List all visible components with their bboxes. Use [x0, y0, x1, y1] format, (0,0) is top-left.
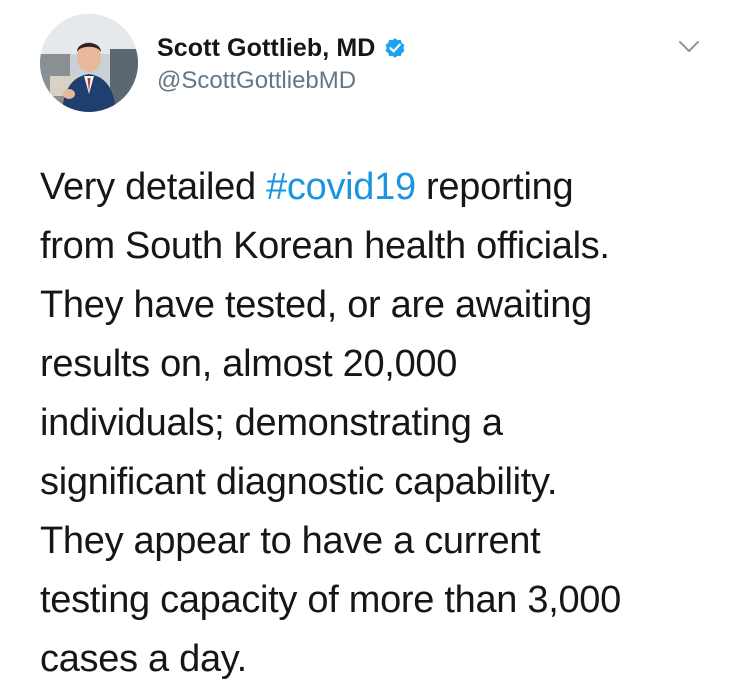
tweet-line: significant diagnostic capability.: [40, 461, 558, 503]
chevron-down-icon[interactable]: [676, 38, 702, 56]
tweet-line: individuals; demonstrating a: [40, 402, 503, 444]
tweet-line: results on, almost 20,000: [40, 343, 458, 385]
avatar[interactable]: [40, 14, 138, 112]
verified-badge-icon: [383, 36, 407, 60]
display-name[interactable]: Scott Gottlieb, MD: [157, 34, 375, 63]
tweet-line: They appear to have a current: [40, 520, 541, 562]
tweet-text-segment: reporting: [415, 166, 574, 208]
tweet-line: cases a day.: [40, 638, 247, 680]
tweet-text: Very detailed #covid19 reporting from So…: [40, 158, 720, 689]
author-info: Scott Gottlieb, MD @ScottGottliebMD: [157, 33, 407, 95]
tweet-line: They have tested, or are awaiting: [40, 284, 592, 326]
tweet-line: testing capacity of more than 3,000: [40, 579, 621, 621]
hashtag-link[interactable]: #covid19: [266, 166, 416, 208]
tweet-line: Very detailed #covid19 reporting: [40, 158, 720, 217]
tweet-card: Scott Gottlieb, MD @ScottGottliebMD Very…: [0, 0, 743, 688]
tweet-line: from South Korean health officials.: [40, 225, 610, 267]
name-row: Scott Gottlieb, MD: [157, 33, 407, 63]
tweet-text-segment: Very detailed: [40, 166, 267, 208]
user-handle[interactable]: @ScottGottliebMD: [157, 67, 407, 95]
